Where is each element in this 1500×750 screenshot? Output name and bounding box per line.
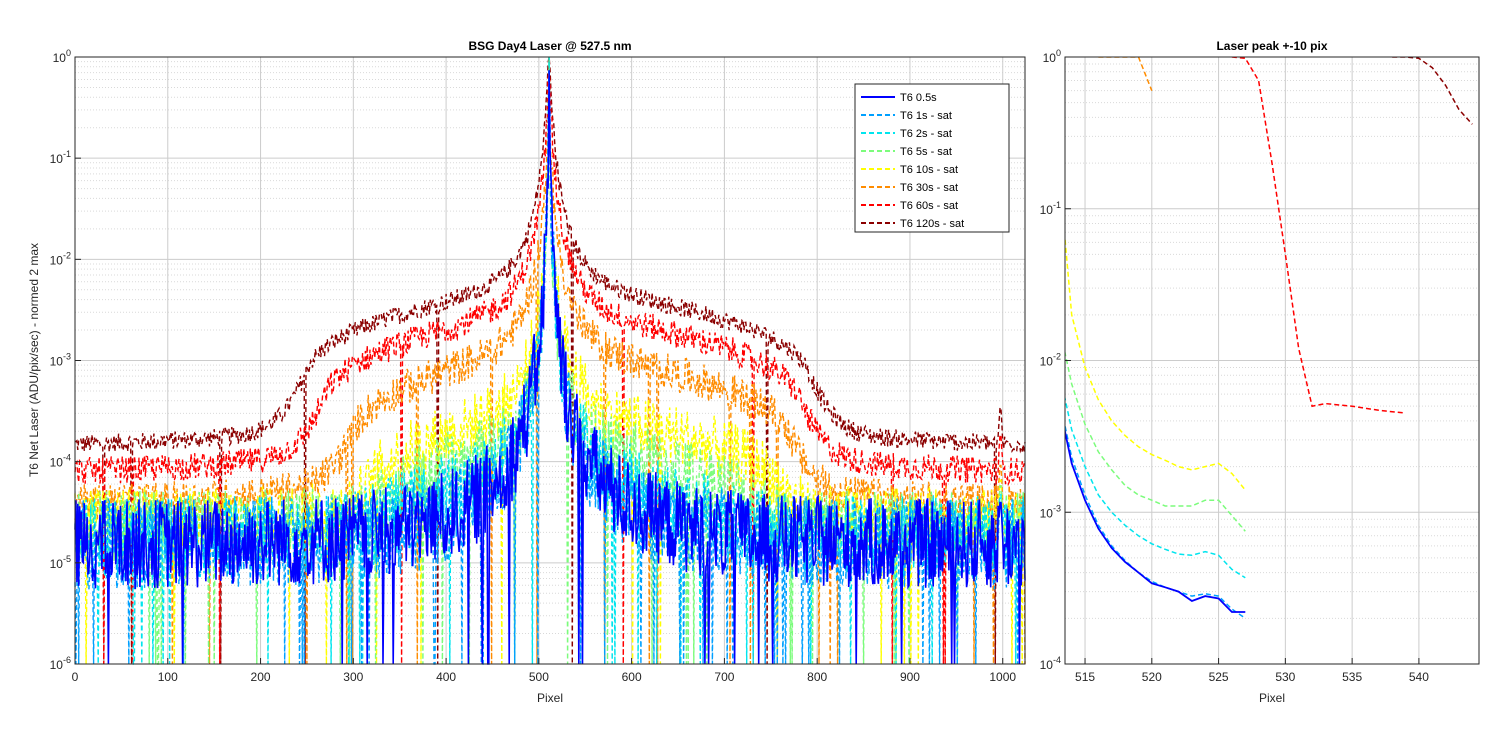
zoom-y-tick-label: 100 <box>1043 48 1061 65</box>
zoom-x-label: Pixel <box>1259 691 1285 705</box>
main-y-tick-label: 10-2 <box>50 250 71 267</box>
zoom-title: Laser peak +-10 pix <box>1216 39 1327 53</box>
main-title: BSG Day4 Laser @ 527.5 nm <box>468 39 631 53</box>
legend-entry-label: T6 5s - sat <box>900 146 952 158</box>
legend: T6 0.5s T6 1s - sat T6 2s - sat T6 5s - sat… <box>854 83 1010 233</box>
main-y-tick-label: 10-1 <box>50 149 71 166</box>
main-x-tick-label: 900 <box>900 670 920 684</box>
legend-entry-label: T6 60s - sat <box>900 200 958 212</box>
main-y-tick-label: 10-3 <box>50 352 71 369</box>
main-y-tick-label: 10-4 <box>50 453 71 470</box>
zoom-x-tick-label: 535 <box>1342 670 1362 684</box>
zoom-y-tick-label: 10-4 <box>1040 655 1061 672</box>
main-x-tick-label: 700 <box>714 670 734 684</box>
main-y-tick-label: 10-6 <box>50 655 71 672</box>
zoom-chart: 515 520 525 530 535 540 10-4 10-3 10-2 10-1 100 L… <box>1040 39 1480 705</box>
main-x-tick-label: 200 <box>251 670 271 684</box>
main-chart: 0 100 200 300 400 500 600 700 800 900 1000 10-6 10-… <box>27 39 1026 705</box>
main-y-label: T6 Net Laser (ADU/pix/sec) - normed 2 ma… <box>27 243 41 477</box>
legend-entry-label: T6 30s - sat <box>900 182 958 194</box>
main-x-tick-label: 600 <box>622 670 642 684</box>
main-x-tick-label: 300 <box>343 670 363 684</box>
legend-entry-label: T6 0.5s <box>900 92 937 104</box>
main-x-tick-label: 100 <box>158 670 178 684</box>
main-y-tick-label: 100 <box>53 48 71 65</box>
main-y-tick-label: 10-5 <box>50 554 71 571</box>
main-x-tick-label: 0 <box>72 670 79 684</box>
figure: 0 100 200 300 400 500 600 700 800 900 1000 10-6 10-… <box>27 39 1480 705</box>
legend-entry-label: T6 2s - sat <box>900 128 952 140</box>
zoom-x-tick-label: 530 <box>1275 670 1295 684</box>
main-x-tick-label: 1000 <box>989 670 1016 684</box>
main-x-tick-label: 800 <box>807 670 827 684</box>
zoom-y-tick-label: 10-3 <box>1040 503 1061 520</box>
zoom-y-tick-label: 10-2 <box>1040 352 1061 369</box>
legend-entry-label: T6 10s - sat <box>900 164 958 176</box>
zoom-x-tick-label: 525 <box>1209 670 1229 684</box>
main-x-tick-label: 500 <box>529 670 549 684</box>
zoom-x-tick-label: 520 <box>1142 670 1162 684</box>
zoom-x-tick-label: 540 <box>1409 670 1429 684</box>
main-x-tick-label: 400 <box>436 670 456 684</box>
legend-entry-label: T6 120s - sat <box>900 218 964 230</box>
legend-entry-label: T6 1s - sat <box>900 110 952 122</box>
zoom-y-tick-label: 10-1 <box>1040 200 1061 217</box>
zoom-x-tick-label: 515 <box>1075 670 1095 684</box>
main-x-label: Pixel <box>537 691 563 705</box>
